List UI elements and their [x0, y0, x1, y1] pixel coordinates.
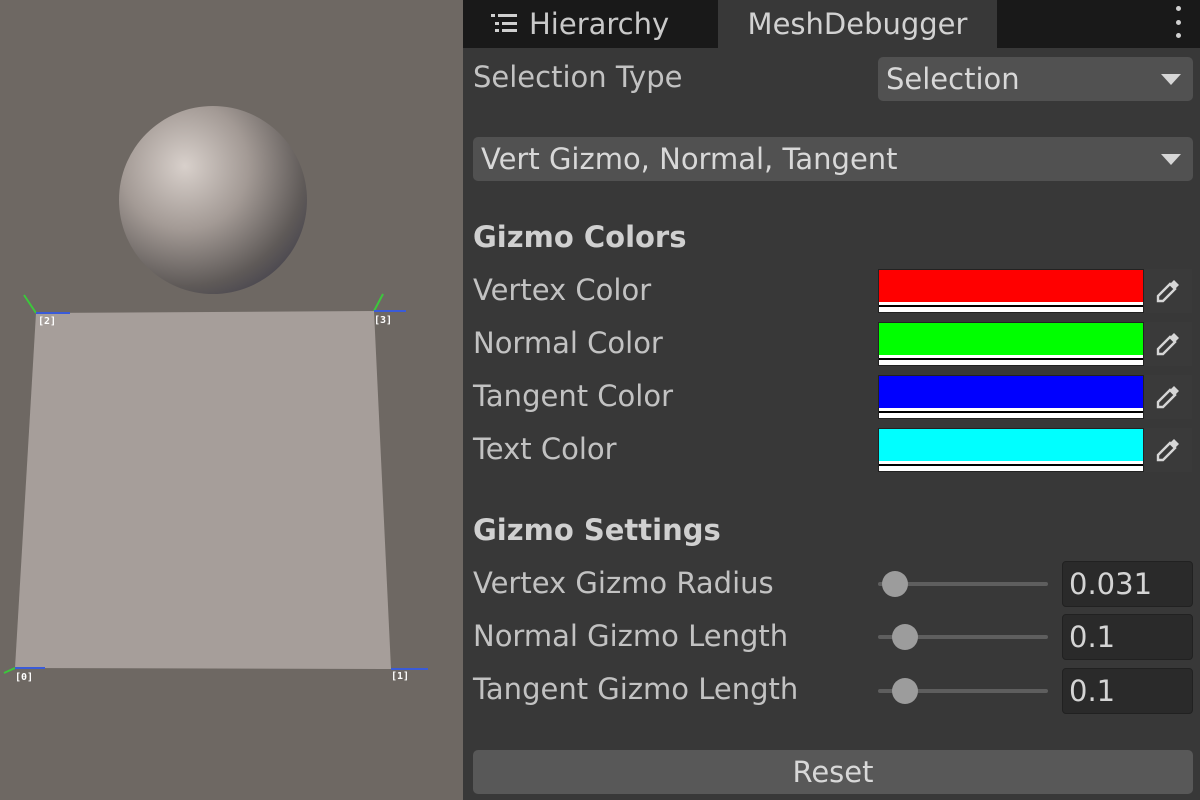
list-icon [491, 7, 517, 41]
chevron-down-icon [1161, 74, 1181, 85]
tangent-gizmo-length-slider[interactable] [878, 678, 1048, 704]
eyedropper-icon[interactable] [1144, 269, 1192, 313]
eyedropper-icon[interactable] [1144, 428, 1192, 472]
gizmo-settings-heading: Gizmo Settings [473, 513, 721, 547]
tab-hierarchy-label: Hierarchy [529, 7, 670, 41]
mesh-debugger-panel: Hierarchy MeshDebugger Selection Type Se… [463, 0, 1200, 800]
kebab-menu-icon[interactable] [1174, 6, 1182, 38]
normal-color-field[interactable] [878, 322, 1144, 366]
normal-color-label: Normal Color [473, 326, 663, 360]
slider-thumb[interactable] [892, 678, 919, 704]
text-color-label: Text Color [473, 432, 617, 466]
gizmo-mode-dropdown[interactable]: Vert Gizmo, Normal, Tangent [473, 137, 1193, 181]
quad-mesh [15, 311, 391, 669]
tangent-color-label: Tangent Color [473, 379, 673, 413]
vertex-gizmo-radius-label: Vertex Gizmo Radius [473, 566, 774, 600]
eyedropper-icon[interactable] [1144, 322, 1192, 366]
selection-type-label: Selection Type [473, 60, 683, 94]
tangent-gizmo-length-input[interactable]: 0.1 [1062, 668, 1193, 714]
normal-gizmo-2 [23, 294, 37, 314]
normal-gizmo-0 [3, 667, 16, 674]
tangent-color-field[interactable] [878, 375, 1144, 419]
vertex-gizmo-radius-input[interactable]: 0.031 [1062, 561, 1193, 607]
normal-gizmo-length-label: Normal Gizmo Length [473, 619, 789, 653]
vertex-color-label: Vertex Color [473, 273, 652, 307]
gizmo-mode-value: Vert Gizmo, Normal, Tangent [481, 142, 898, 176]
scene-view[interactable]: [2] [3] [0] [1] [0, 0, 463, 800]
tab-mesh-debugger-label: MeshDebugger [747, 7, 968, 41]
vertex-color-field[interactable] [878, 269, 1144, 313]
eyedropper-icon[interactable] [1144, 375, 1192, 419]
normal-gizmo-length-input[interactable]: 0.1 [1062, 614, 1193, 660]
tab-mesh-debugger[interactable]: MeshDebugger [718, 0, 997, 48]
vertex-label-3: [3] [374, 315, 393, 326]
sphere [119, 106, 307, 294]
vertex-label-2: [2] [38, 316, 57, 327]
gizmo-colors-heading: Gizmo Colors [473, 220, 687, 254]
reset-button[interactable]: Reset [473, 750, 1193, 794]
selection-type-value: Selection [886, 62, 1020, 96]
normal-gizmo-length-slider[interactable] [878, 624, 1048, 650]
tab-bar: Hierarchy MeshDebugger [463, 0, 1200, 48]
vertex-label-1: [1] [391, 671, 410, 682]
slider-thumb[interactable] [882, 571, 908, 597]
vertex-label-0: [0] [15, 672, 34, 683]
tab-hierarchy[interactable]: Hierarchy [491, 0, 669, 48]
chevron-down-icon [1161, 154, 1181, 165]
slider-thumb[interactable] [892, 624, 919, 650]
vertex-gizmo-radius-slider[interactable] [878, 571, 1048, 597]
text-color-field[interactable] [878, 428, 1144, 472]
tangent-gizmo-length-label: Tangent Gizmo Length [473, 672, 799, 706]
normal-gizmo-3 [373, 293, 384, 312]
selection-type-dropdown[interactable]: Selection [878, 57, 1193, 101]
